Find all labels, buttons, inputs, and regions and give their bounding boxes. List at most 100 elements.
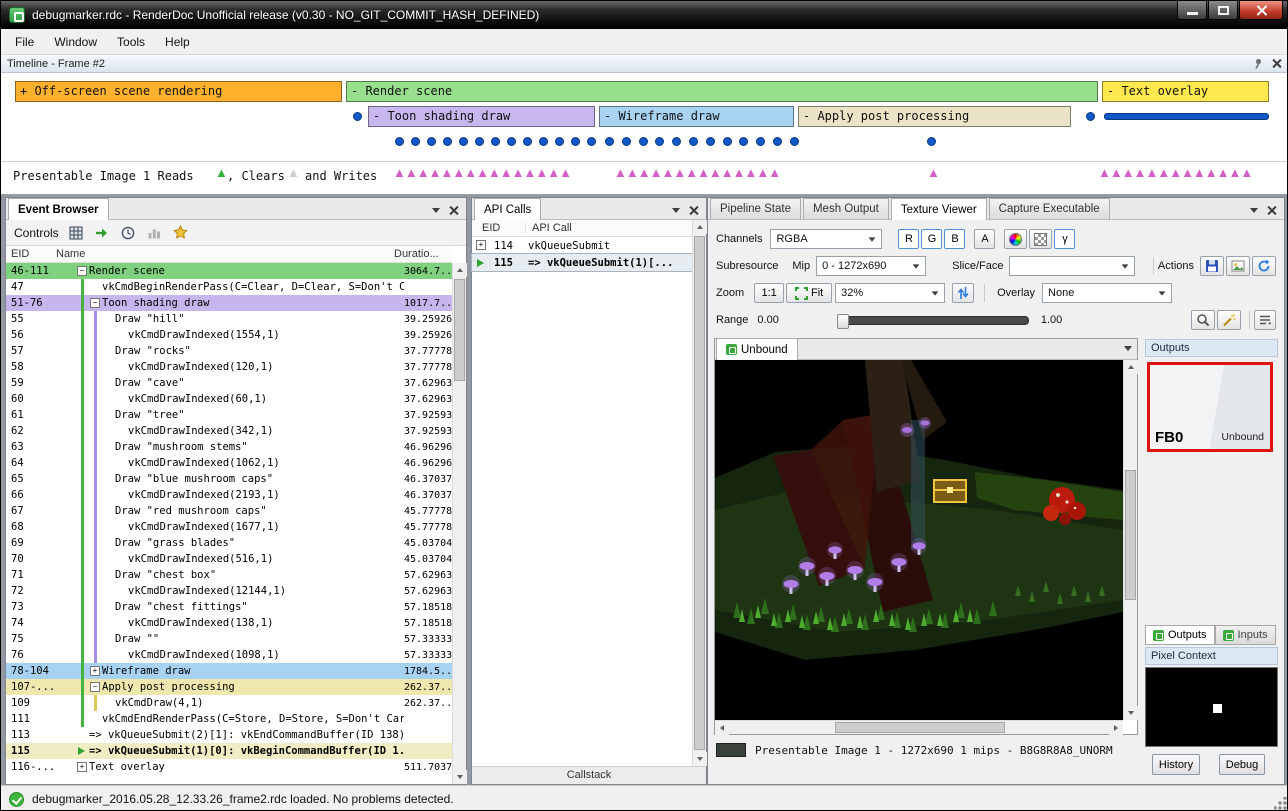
event-row[interactable]: 109vkCmdDraw(4,1)262.37... [6, 695, 452, 711]
timeline-draw-dot[interactable] [491, 137, 500, 146]
close-icon[interactable] [1267, 206, 1276, 215]
save-texture-button[interactable] [1200, 256, 1224, 276]
tab-texture-viewer[interactable]: Texture Viewer [891, 198, 987, 220]
timeline-draw-dot[interactable] [622, 137, 631, 146]
open-texture-list-button[interactable] [1226, 256, 1250, 276]
api-calls-scrollbar[interactable] [692, 220, 706, 766]
backcolor-button[interactable] [1029, 229, 1052, 249]
event-row[interactable]: 61Draw "tree"37.92593 [6, 407, 452, 423]
timeline-draw-dot[interactable] [1086, 112, 1095, 121]
texture-image[interactable] [715, 360, 1123, 720]
column-eid[interactable]: EID [6, 248, 52, 260]
timeline-draw-dot[interactable] [427, 137, 436, 146]
range-options-button[interactable] [1254, 310, 1276, 330]
event-row[interactable]: 68vkCmdDrawIndexed(1677,1)45.77778 [6, 519, 452, 535]
timeline-marker-bar[interactable]: - Wireframe draw [599, 106, 794, 127]
timeline-draw-dot[interactable] [639, 137, 648, 146]
timeline-draw-dot[interactable] [672, 137, 681, 146]
timeline-marker-bar[interactable]: - Toon shading draw [368, 106, 595, 127]
timeline-draw-dot[interactable] [587, 137, 596, 146]
close-icon[interactable] [449, 206, 458, 215]
event-row[interactable]: 78-104+Wireframe draw1784.5... [6, 663, 452, 679]
zoom-1to1-button[interactable]: 1:1 [754, 283, 784, 303]
event-row[interactable]: 60vkCmdDrawIndexed(60,1)37.62963 [6, 391, 452, 407]
timeline-draw-dot[interactable] [790, 137, 799, 146]
callstack-section[interactable]: Callstack [472, 766, 706, 784]
menu-window[interactable]: Window [44, 31, 107, 53]
history-button[interactable]: History [1152, 754, 1200, 775]
pin-icon[interactable] [1253, 58, 1264, 69]
timeline-marker-bar[interactable]: + Off-screen scene rendering [15, 81, 342, 102]
mip-select[interactable]: 0 - 1272x690 [816, 256, 926, 276]
texture-horizontal-scrollbar[interactable] [715, 720, 1123, 734]
event-row[interactable]: 74vkCmdDrawIndexed(138,1)57.18518 [6, 615, 452, 631]
timeline-draw-dot[interactable] [507, 137, 516, 146]
gamma-toggle[interactable]: γ [1054, 229, 1075, 249]
refresh-button[interactable] [1252, 256, 1276, 276]
close-button[interactable] [1239, 1, 1283, 20]
pixel-context-view[interactable] [1145, 667, 1278, 747]
column-name[interactable]: Name [52, 248, 394, 260]
event-row[interactable]: 73Draw "chest fittings"57.18518 [6, 599, 452, 615]
resize-grip[interactable] [1274, 797, 1287, 810]
timeline-draw-dot[interactable] [927, 137, 936, 146]
tab-api-calls[interactable]: API Calls [474, 198, 541, 220]
menu-help[interactable]: Help [155, 31, 200, 53]
close-icon[interactable] [689, 206, 698, 215]
stats-icon[interactable] [146, 224, 163, 241]
overlay-select[interactable]: None [1042, 283, 1172, 303]
event-row[interactable]: 107-...−Apply post processing262.37... [6, 679, 452, 695]
timeline-draw-dot[interactable] [605, 137, 614, 146]
goto-eid-icon[interactable] [94, 224, 111, 241]
panel-menu-icon[interactable] [432, 208, 440, 213]
event-row[interactable]: 71Draw "chest box"57.62963 [6, 567, 452, 583]
event-browser-scrollbar[interactable] [452, 263, 466, 784]
resource-usage-triangles[interactable]: ▲ [215, 165, 227, 180]
timeline-draw-dot[interactable] [555, 137, 564, 146]
debug-button[interactable]: Debug [1219, 754, 1265, 775]
tab-inputs[interactable]: Inputs [1215, 625, 1276, 645]
resource-usage-triangles[interactable]: ▲ [287, 165, 299, 180]
timeline-draw-dot[interactable] [655, 137, 664, 146]
menu-file[interactable]: File [5, 31, 44, 53]
timeline-draw-dot[interactable] [756, 137, 765, 146]
timeline-draw-dot[interactable] [689, 137, 698, 146]
timeline-draw-dot[interactable] [353, 112, 362, 121]
texture-vertical-scrollbar[interactable] [1123, 360, 1137, 720]
tab-mesh-output[interactable]: Mesh Output [803, 198, 889, 219]
timeline-body[interactable]: Presentable Image 1 Reads , Clears and W… [1, 73, 1288, 195]
timeline-draw-dot[interactable] [459, 137, 468, 146]
channel-green-toggle[interactable]: G [921, 229, 942, 249]
event-row[interactable]: 111vkCmdEndRenderPass(C=Store, D=Store, … [6, 711, 452, 727]
event-row[interactable]: 46-111−Render scene3064.7... [6, 263, 452, 279]
event-row[interactable]: 67Draw "red mushroom caps"45.77778 [6, 503, 452, 519]
timeline-marker-bar[interactable]: - Apply post processing [798, 106, 1071, 127]
range-slider[interactable] [837, 316, 1029, 325]
tree-expander[interactable]: − [77, 266, 87, 276]
channel-alpha-toggle[interactable]: A [974, 229, 995, 249]
slice-select[interactable] [1009, 256, 1135, 276]
event-row[interactable]: 58vkCmdDrawIndexed(120,1)37.77778 [6, 359, 452, 375]
tree-expander[interactable]: + [90, 666, 100, 676]
timeline-draw-dot[interactable] [723, 137, 732, 146]
fb0-thumbnail[interactable]: FB0 Unbound [1147, 362, 1273, 452]
tree-expander[interactable]: − [90, 298, 100, 308]
event-row[interactable]: 65Draw "blue mushroom caps"46.37037 [6, 471, 452, 487]
tree-expander[interactable]: + [77, 762, 87, 772]
event-row[interactable]: 62vkCmdDrawIndexed(342,1)37.92593 [6, 423, 452, 439]
tab-pipeline-state[interactable]: Pipeline State [710, 198, 801, 219]
event-row[interactable]: 116-...+Text overlay511.7037 [6, 759, 452, 775]
timeline-marker-bar[interactable]: - Render scene [346, 81, 1098, 102]
tree-expander[interactable]: + [476, 240, 486, 250]
tab-outputs[interactable]: Outputs [1145, 625, 1215, 645]
colorwheel-button[interactable] [1004, 229, 1027, 249]
event-row[interactable]: 113=> vkQueueSubmit(2)[1]: vkEndCommandB… [6, 727, 452, 743]
timeline-draw-dot[interactable] [539, 137, 548, 146]
timeline-draw-dot[interactable] [475, 137, 484, 146]
event-row[interactable]: 70vkCmdDrawIndexed(516,1)45.03704 [6, 551, 452, 567]
event-row[interactable]: 75Draw ""57.33333 [6, 631, 452, 647]
timeline-draw-dot[interactable] [411, 137, 420, 146]
titlebar[interactable]: debugmarker.rdc - RenderDoc Unofficial r… [1, 1, 1288, 29]
tab-event-browser[interactable]: Event Browser [8, 198, 109, 220]
event-row[interactable]: 47vkCmdBeginRenderPass(C=Clear, D=Clear,… [6, 279, 452, 295]
